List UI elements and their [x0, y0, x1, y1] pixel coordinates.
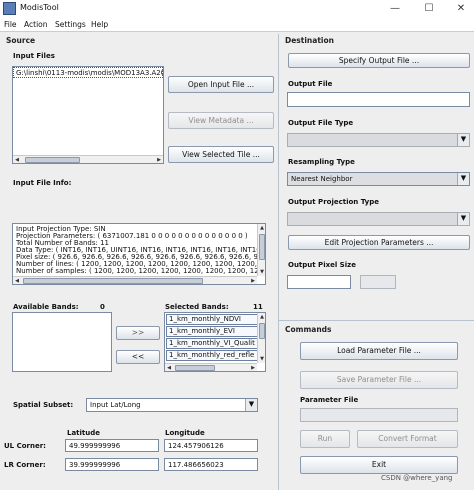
- chevron-down-icon[interactable]: ▼: [245, 399, 257, 411]
- edit-projection-parameters-button[interactable]: Edit Projection Parameters ...: [288, 235, 470, 250]
- run-button[interactable]: Run: [300, 430, 350, 448]
- commands-divider: [279, 320, 474, 321]
- scroll-left-icon[interactable]: ◀: [13, 156, 21, 163]
- list-item[interactable]: 1_km_monthly_red_refle: [166, 350, 258, 361]
- specify-output-file-button[interactable]: Specify Output File ...: [288, 53, 470, 68]
- minimize-button[interactable]: —: [384, 1, 406, 16]
- destination-title: Destination: [285, 36, 334, 45]
- list-item[interactable]: 1_km_monthly_NDVI: [166, 314, 258, 325]
- bands-hscroll[interactable]: ◀ ▶: [165, 363, 257, 371]
- panel-divider: [278, 34, 279, 490]
- menu-settings[interactable]: Settings: [55, 20, 86, 29]
- resampling-type-label: Resampling Type: [288, 158, 355, 166]
- output-pixel-size-unit-field[interactable]: [360, 275, 396, 289]
- chevron-down-icon[interactable]: ▼: [457, 213, 469, 225]
- convert-format-button[interactable]: Convert Format: [357, 430, 458, 448]
- available-bands-list[interactable]: [12, 312, 112, 372]
- latitude-header: Latitude: [67, 429, 101, 437]
- spatial-subset-select[interactable]: Input Lat/Long ▼: [86, 398, 258, 412]
- commands-title: Commands: [285, 325, 332, 334]
- lr-latitude-field[interactable]: 39.999999996: [65, 458, 159, 471]
- selected-bands-list[interactable]: 1_km_monthly_NDVI 1_km_monthly_EVI 1_km_…: [164, 312, 266, 372]
- parameter-file-field[interactable]: [300, 408, 458, 422]
- scroll-left-icon[interactable]: ◀: [13, 277, 21, 284]
- load-parameter-file-button[interactable]: Load Parameter File ...: [300, 342, 458, 360]
- input-files-list[interactable]: G:\linshi\0113-modis\modis\MOD13A3.A20 ◀…: [12, 66, 164, 164]
- selected-bands-label: Selected Bands:: [165, 303, 229, 311]
- output-pixel-size-field[interactable]: [287, 275, 351, 289]
- save-parameter-file-button[interactable]: Save Parameter File ...: [300, 371, 458, 389]
- output-file-label: Output File: [288, 80, 333, 88]
- chevron-down-icon[interactable]: ▼: [457, 134, 469, 146]
- add-band-button[interactable]: >>: [116, 326, 160, 340]
- scroll-right-icon[interactable]: ▶: [249, 277, 257, 284]
- view-metadata-button[interactable]: View Metadata ...: [168, 112, 274, 129]
- input-file-info-box[interactable]: Input Projection Type: SIN Projection Pa…: [12, 223, 266, 285]
- source-title: Source: [6, 36, 36, 45]
- list-item[interactable]: G:\linshi\0113-modis\modis\MOD13A3.A20: [13, 67, 163, 78]
- scroll-right-icon[interactable]: ▶: [249, 364, 257, 371]
- ul-longitude-field[interactable]: 124.457906126: [164, 439, 258, 452]
- view-selected-tile-button[interactable]: View Selected Tile ...: [168, 146, 274, 163]
- scroll-down-icon[interactable]: ▼: [258, 268, 265, 276]
- parameter-file-label: Parameter File: [300, 396, 359, 404]
- output-pixel-size-label: Output Pixel Size: [288, 261, 356, 269]
- resampling-type-select[interactable]: Nearest Neighbor ▼: [287, 172, 470, 186]
- output-file-type-label: Output File Type: [288, 119, 354, 127]
- info-line: Number of samples: ( 1200, 1200, 1200, 1…: [16, 267, 266, 275]
- scroll-down-icon[interactable]: ▼: [258, 355, 265, 363]
- window-title: ModisTool: [20, 3, 59, 12]
- ul-latitude-field[interactable]: 49.999999996: [65, 439, 159, 452]
- menu-help[interactable]: Help: [91, 20, 108, 29]
- input-files-hscroll[interactable]: ◀ ▶: [13, 155, 163, 163]
- chevron-down-icon[interactable]: ▼: [457, 173, 469, 185]
- scroll-left-icon[interactable]: ◀: [165, 364, 173, 371]
- open-input-file-button[interactable]: Open Input File ...: [168, 76, 274, 93]
- info-hscroll[interactable]: ◀ ▶: [13, 276, 257, 284]
- close-button[interactable]: ✕: [450, 1, 472, 16]
- list-item[interactable]: 1_km_monthly_EVI: [166, 326, 258, 337]
- exit-button[interactable]: Exit: [300, 456, 458, 474]
- output-projection-type-select[interactable]: ▼: [287, 212, 470, 226]
- remove-band-button[interactable]: <<: [116, 350, 160, 364]
- available-bands-count: 0: [100, 303, 105, 311]
- available-bands-label: Available Bands:: [13, 303, 79, 311]
- menu-action[interactable]: Action: [24, 20, 48, 29]
- output-projection-type-label: Output Projection Type: [288, 198, 379, 206]
- selected-bands-count: 11: [253, 303, 263, 311]
- scroll-up-icon[interactable]: ▲: [258, 224, 265, 232]
- watermark: CSDN @where_yang: [381, 474, 453, 482]
- input-files-label: Input Files: [13, 52, 55, 60]
- info-vscroll[interactable]: ▲ ▼: [257, 224, 265, 276]
- lr-longitude-field[interactable]: 117.486656023: [164, 458, 258, 471]
- longitude-header: Longitude: [165, 429, 205, 437]
- input-file-info-label: Input File Info:: [13, 179, 72, 187]
- menu-file[interactable]: File: [4, 20, 17, 29]
- scroll-right-icon[interactable]: ▶: [155, 156, 163, 163]
- output-file-type-select[interactable]: ▼: [287, 133, 470, 147]
- maximize-button[interactable]: ☐: [418, 1, 440, 16]
- app-icon: [3, 2, 16, 15]
- bands-vscroll[interactable]: ▲ ▼: [257, 313, 265, 363]
- list-item[interactable]: 1_km_monthly_VI_Qualit: [166, 338, 258, 349]
- lr-corner-label: LR Corner:: [4, 461, 46, 469]
- ul-corner-label: UL Corner:: [4, 442, 46, 450]
- scroll-up-icon[interactable]: ▲: [258, 313, 265, 321]
- output-file-field[interactable]: [287, 92, 470, 107]
- spatial-subset-label: Spatial Subset:: [13, 401, 74, 409]
